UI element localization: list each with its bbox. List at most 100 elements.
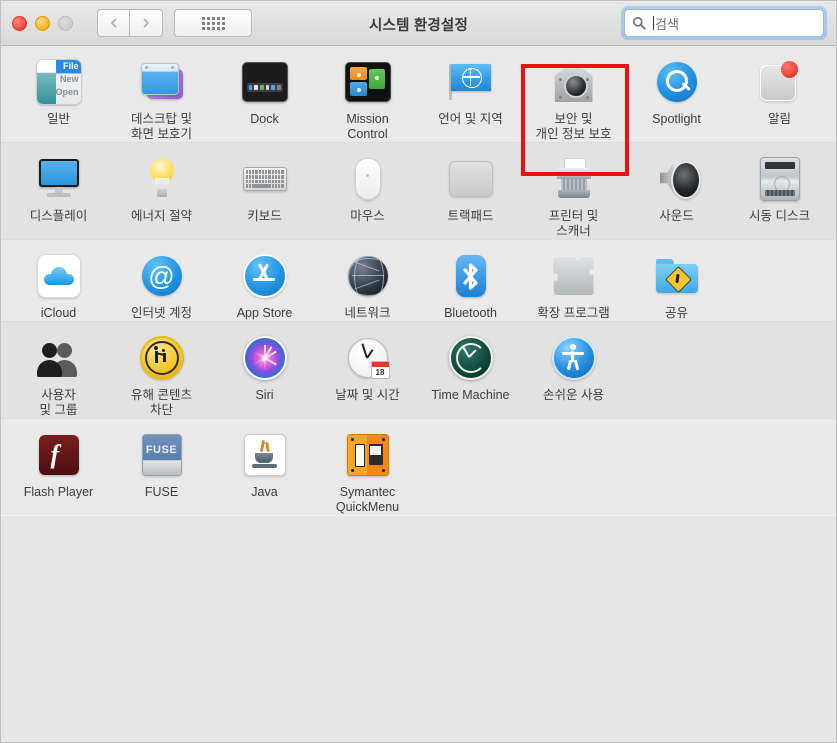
pref-item-parental-controls[interactable]: 유해 콘텐츠 차단 (110, 322, 213, 418)
dock-icon (241, 58, 289, 106)
pref-item-spotlight[interactable]: Spotlight (625, 46, 728, 142)
app-store-icon (241, 252, 289, 300)
date-time-icon: 18 (344, 334, 392, 382)
pref-item-displays[interactable]: 디스플레이 (7, 143, 110, 239)
pref-item-mission-control[interactable]: Mission Control (316, 46, 419, 142)
general-icon-new-text: New (59, 74, 79, 84)
pref-item-flash-player[interactable]: f Flash Player (7, 419, 110, 515)
pref-item-energy-saver[interactable]: 에너지 절약 (110, 143, 213, 239)
pref-item-label: 네트워크 (344, 306, 391, 320)
pref-item-accessibility[interactable]: 손쉬운 사용 (522, 322, 625, 418)
pref-item-extensions[interactable]: 확장 프로그램 (522, 240, 625, 321)
pref-item-date-time[interactable]: 18 날짜 및 시간 (316, 322, 419, 418)
extensions-icon (550, 252, 598, 300)
search-text: 검색 (655, 16, 679, 32)
security-privacy-icon (550, 58, 598, 106)
pref-item-label: 데스크탑 및 화면 보호기 (131, 112, 192, 141)
trackpad-icon (447, 155, 495, 203)
general-icon-file-text: File (62, 61, 79, 71)
pref-item-label: 사용자 및 그룹 (39, 388, 78, 417)
search-container: 검색 (621, 6, 827, 40)
system-preferences-window: 시스템 환경설정 검색 File New Open 일반 데스크탑 및 화면 보… (0, 0, 837, 743)
pref-item-label: 날짜 및 시간 (335, 388, 400, 402)
pref-item-keyboard[interactable]: 키보드 (213, 143, 316, 239)
pref-item-desktop-screensaver[interactable]: 데스크탑 및 화면 보호기 (110, 46, 213, 142)
flash-player-icon: f (35, 431, 83, 479)
pref-item-label: 보안 및 개인 정보 보호 (535, 112, 612, 141)
pref-item-java[interactable]: Java (213, 419, 316, 515)
pref-item-users-groups[interactable]: 사용자 및 그룹 (7, 322, 110, 418)
pref-item-label: 프린터 및 스캐너 (548, 209, 599, 238)
pref-item-general[interactable]: File New Open 일반 (7, 46, 110, 142)
pref-item-dock[interactable]: Dock (213, 46, 316, 142)
pref-item-label: Spotlight (652, 112, 701, 126)
pref-row-third-party: f Flash Player FUSE FUSE Java Symantec Q… (1, 419, 836, 515)
bluetooth-icon (447, 252, 495, 300)
symantec-quickmenu-icon (344, 431, 392, 479)
mouse-icon (344, 155, 392, 203)
calendar-day: 18 (375, 368, 385, 377)
pref-item-trackpad[interactable]: 트랙패드 (419, 143, 522, 239)
pref-item-network[interactable]: 네트워크 (316, 240, 419, 321)
time-machine-icon (447, 334, 495, 382)
pref-item-sound[interactable]: 사운드 (625, 143, 728, 239)
energy-saver-icon (138, 155, 186, 203)
notifications-icon (756, 58, 804, 106)
pref-item-label: Time Machine (431, 388, 510, 402)
pref-item-label: 사운드 (659, 209, 694, 223)
pref-item-label: iCloud (40, 306, 77, 320)
pref-item-label: 인터넷 계정 (131, 306, 192, 320)
pref-item-sharing[interactable]: 공유 (625, 240, 728, 321)
pref-item-label: Java (251, 485, 278, 499)
pref-item-label: 키보드 (247, 209, 282, 223)
pref-item-symantec-quickmenu[interactable]: Symantec QuickMenu (316, 419, 419, 515)
pref-item-startup-disk[interactable]: 시동 디스크 (728, 143, 831, 239)
pref-item-fuse[interactable]: FUSE FUSE (110, 419, 213, 515)
pref-item-empty (419, 419, 522, 515)
search-input[interactable]: 검색 (624, 9, 824, 37)
text-caret (653, 16, 654, 30)
pref-item-internet-accounts[interactable]: @ 인터넷 계정 (110, 240, 213, 321)
pref-item-label: 확장 프로그램 (537, 306, 610, 320)
pref-item-empty (522, 419, 625, 515)
pref-item-label: Dock (250, 112, 279, 126)
accessibility-icon (550, 334, 598, 382)
pref-item-bluetooth[interactable]: Bluetooth (419, 240, 522, 321)
pref-item-label: Mission Control (346, 112, 389, 141)
pref-item-icloud[interactable]: iCloud (7, 240, 110, 321)
pref-item-printers-scanners[interactable]: 프린터 및 스캐너 (522, 143, 625, 239)
pref-item-time-machine[interactable]: Time Machine (419, 322, 522, 418)
pref-item-mouse[interactable]: 마우스 (316, 143, 419, 239)
pref-item-label: 마우스 (350, 209, 385, 223)
pref-item-security-privacy[interactable]: 보안 및 개인 정보 보호 (522, 46, 625, 142)
pref-item-label: 트랙패드 (447, 209, 494, 223)
pref-item-label: 알림 (767, 112, 791, 126)
pref-item-label: 유해 콘텐츠 차단 (131, 388, 192, 417)
pref-item-language-region[interactable]: 언어 및 지역 (419, 46, 522, 142)
parental-controls-icon (138, 334, 186, 382)
pref-item-siri[interactable]: Siri (213, 322, 316, 418)
siri-icon (241, 334, 289, 382)
search-icon (633, 17, 646, 30)
pref-item-notifications[interactable]: 알림 (728, 46, 831, 142)
pref-item-empty (728, 419, 831, 515)
sharing-icon (653, 252, 701, 300)
pref-item-label: 손쉬운 사용 (543, 388, 604, 402)
general-icon: File New Open (35, 58, 83, 106)
pref-item-empty (625, 322, 728, 418)
pref-item-label: 시동 디스크 (749, 209, 810, 223)
pref-item-label: 에너지 절약 (131, 209, 192, 223)
preferences-grid: File New Open 일반 데스크탑 및 화면 보호기 Dock Miss… (1, 46, 836, 515)
language-region-icon (447, 58, 495, 106)
window-titlebar: 시스템 환경설정 검색 (1, 1, 836, 46)
pref-item-label: FUSE (144, 485, 179, 499)
icloud-icon (35, 252, 83, 300)
pref-item-app-store[interactable]: App Store (213, 240, 316, 321)
startup-disk-icon (756, 155, 804, 203)
mission-control-icon (344, 58, 392, 106)
java-icon (241, 431, 289, 479)
pref-item-empty (728, 240, 831, 321)
displays-icon (35, 155, 83, 203)
flash-f-glyph: f (50, 440, 60, 469)
pref-item-label: Symantec QuickMenu (335, 485, 400, 514)
